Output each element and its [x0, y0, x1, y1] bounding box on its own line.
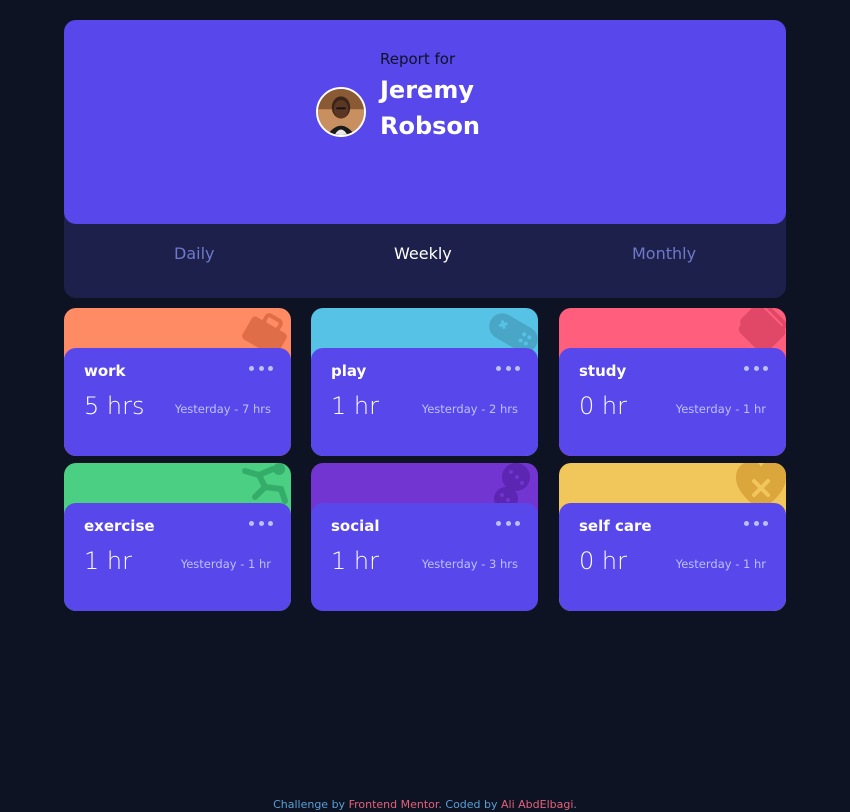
- previous-hours: Yesterday - 1 hr: [675, 557, 766, 571]
- author-link[interactable]: Ali AbdElbagi: [501, 798, 573, 811]
- avatar-photo: [318, 89, 364, 135]
- activity-title: study: [579, 362, 627, 380]
- activity-title: exercise: [84, 517, 155, 535]
- activity-title: work: [84, 362, 126, 380]
- card-body: social 1 hr Yesterday - 3 hrs: [311, 503, 538, 611]
- ellipsis-icon[interactable]: [744, 360, 768, 376]
- activity-card-social[interactable]: social 1 hr Yesterday - 3 hrs: [311, 463, 538, 611]
- current-hours: 0 hr: [579, 547, 627, 575]
- footer-suffix: .: [573, 798, 577, 811]
- current-hours: 0 hr: [579, 392, 627, 420]
- tab-daily[interactable]: Daily: [174, 244, 214, 263]
- current-hours: 1 hr: [84, 547, 132, 575]
- activity-title: social: [331, 517, 380, 535]
- ellipsis-icon[interactable]: [249, 515, 273, 531]
- profile-header: Report for Jeremy Robson: [64, 20, 786, 224]
- user-name: Jeremy Robson: [380, 76, 481, 140]
- card-body: play 1 hr Yesterday - 2 hrs: [311, 348, 538, 456]
- current-hours: 1 hr: [331, 392, 379, 420]
- activity-card-exercise[interactable]: exercise 1 hr Yesterday - 1 hr: [64, 463, 291, 611]
- ellipsis-icon[interactable]: [744, 515, 768, 531]
- current-hours: 5 hrs: [84, 392, 145, 420]
- activity-card-self-care[interactable]: self care 0 hr Yesterday - 1 hr: [559, 463, 786, 611]
- footer-challenge-prefix: Challenge by: [273, 798, 349, 811]
- current-hours: 1 hr: [331, 547, 379, 575]
- previous-hours: Yesterday - 1 hr: [675, 402, 766, 416]
- activity-title: play: [331, 362, 367, 380]
- attribution-footer: Challenge by Frontend Mentor. Coded by A…: [0, 798, 850, 811]
- frontend-mentor-link[interactable]: Frontend Mentor: [349, 798, 439, 811]
- footer-coded-prefix: . Coded by: [438, 798, 502, 811]
- time-tracking-dashboard: Report for Jeremy Robson Daily Weekly Mo…: [0, 0, 850, 812]
- ellipsis-icon[interactable]: [496, 515, 520, 531]
- report-label: Report for: [380, 50, 456, 68]
- previous-hours: Yesterday - 2 hrs: [421, 402, 518, 416]
- activity-card-play[interactable]: play 1 hr Yesterday - 2 hrs: [311, 308, 538, 456]
- card-body: exercise 1 hr Yesterday - 1 hr: [64, 503, 291, 611]
- ellipsis-icon[interactable]: [496, 360, 520, 376]
- activity-title: self care: [579, 517, 652, 535]
- card-body: self care 0 hr Yesterday - 1 hr: [559, 503, 786, 611]
- previous-hours: Yesterday - 3 hrs: [421, 557, 518, 571]
- tab-monthly[interactable]: Monthly: [632, 244, 696, 263]
- activity-card-study[interactable]: study 0 hr Yesterday - 1 hr: [559, 308, 786, 456]
- card-body: study 0 hr Yesterday - 1 hr: [559, 348, 786, 456]
- tab-weekly[interactable]: Weekly: [394, 244, 452, 263]
- previous-hours: Yesterday - 1 hr: [180, 557, 271, 571]
- card-body: work 5 hrs Yesterday - 7 hrs: [64, 348, 291, 456]
- profile-card: Report for Jeremy Robson Daily Weekly Mo…: [64, 20, 786, 298]
- previous-hours: Yesterday - 7 hrs: [174, 402, 271, 416]
- ellipsis-icon[interactable]: [249, 360, 273, 376]
- activity-card-work[interactable]: work 5 hrs Yesterday - 7 hrs: [64, 308, 291, 456]
- avatar: [316, 87, 366, 137]
